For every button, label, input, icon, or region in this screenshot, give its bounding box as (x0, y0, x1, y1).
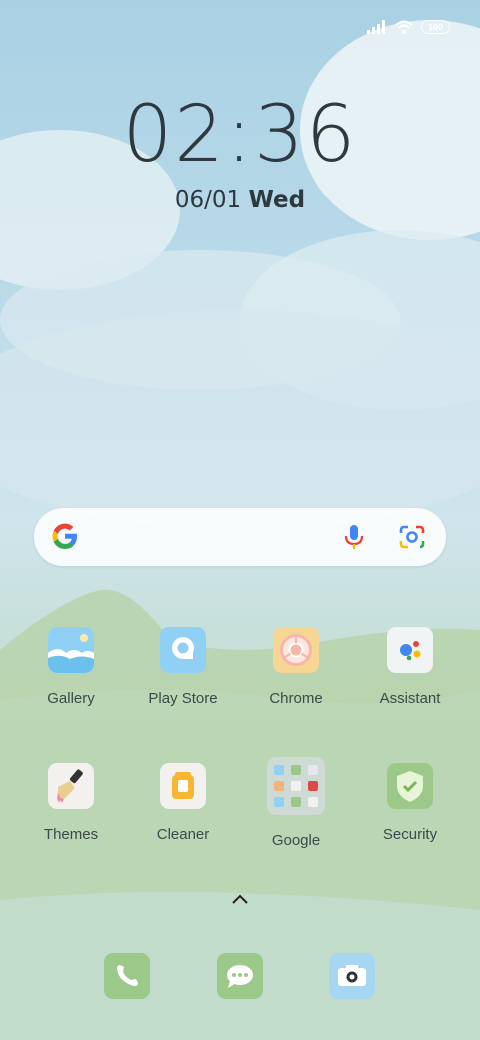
app-label: Chrome (269, 690, 323, 707)
app-play-store[interactable]: Play Store (127, 627, 239, 707)
chrome-icon (273, 627, 319, 673)
clock[interactable]: 02:36 (0, 90, 480, 180)
themes-icon (48, 763, 94, 809)
app-label: Play Store (148, 690, 218, 707)
app-label: Gallery (47, 690, 95, 707)
google-g-icon (52, 523, 77, 549)
folder-icon (267, 757, 325, 815)
app-label: Themes (43, 826, 99, 843)
mic-icon[interactable] (339, 522, 369, 552)
weekday: Wed (248, 187, 306, 213)
status-bar: 100 (366, 18, 450, 36)
dock-phone[interactable] (104, 953, 150, 999)
app-google-folder[interactable]: Google (240, 757, 352, 849)
signal-icon (366, 20, 385, 34)
camera-icon (338, 965, 366, 986)
app-cleaner[interactable]: Cleaner (127, 763, 239, 843)
date-line[interactable]: 06/01 Wed (0, 187, 480, 213)
assistant-icon (387, 627, 433, 673)
security-icon (387, 763, 433, 809)
app-label: Cleaner (156, 826, 210, 843)
app-label: Security (382, 826, 438, 843)
app-gallery[interactable]: Gallery (15, 627, 127, 707)
app-assistant[interactable]: Assistant (354, 627, 466, 707)
dock-camera[interactable] (329, 953, 375, 999)
phone-icon (117, 965, 138, 986)
cleaner-icon (160, 763, 206, 809)
date: 06/01 (174, 187, 242, 213)
play-store-icon (160, 627, 206, 673)
wifi-icon (395, 20, 413, 34)
app-label: Assistant (379, 690, 441, 707)
app-themes[interactable]: Themes (15, 763, 127, 843)
gallery-icon (48, 627, 94, 673)
app-security[interactable]: Security (354, 763, 466, 843)
lens-icon[interactable] (397, 522, 427, 552)
dock-messages[interactable] (217, 953, 263, 999)
google-search-bar[interactable] (34, 508, 446, 566)
chevron-up-icon[interactable] (231, 893, 249, 905)
app-chrome[interactable]: Chrome (240, 627, 352, 707)
messages-icon (227, 965, 253, 988)
app-label: Google (271, 832, 321, 849)
battery-badge: 100 (420, 20, 450, 34)
